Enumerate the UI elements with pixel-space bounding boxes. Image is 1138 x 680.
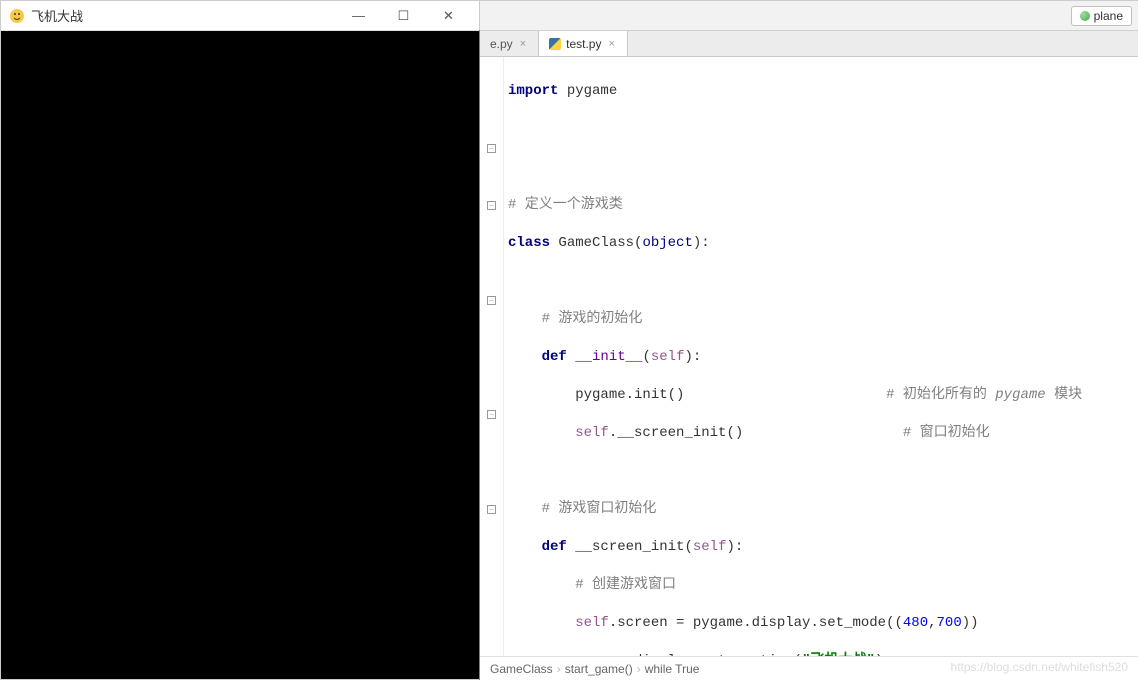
chevron-right-icon: › — [557, 662, 561, 676]
fold-icon[interactable]: − — [487, 505, 496, 514]
chevron-right-icon: › — [637, 662, 641, 676]
python-icon — [549, 38, 561, 50]
game-titlebar[interactable]: 飞机大战 — ☐ ✕ — [1, 1, 479, 31]
ide-pane: plane e.py × test.py × − − − — [480, 0, 1138, 680]
breadcrumb-item[interactable]: start_game() — [565, 662, 633, 676]
tab-label: test.py — [566, 37, 601, 51]
close-button[interactable]: ✕ — [426, 2, 471, 30]
ide-toolbar: plane — [480, 1, 1138, 31]
game-window: 飞机大战 — ☐ ✕ — [0, 0, 480, 680]
maximize-button[interactable]: ☐ — [381, 2, 426, 30]
editor-body: − − − − − import pygame # 定义一个游 — [480, 57, 1138, 656]
breadcrumb-item[interactable]: while True — [645, 662, 700, 676]
close-icon[interactable]: × — [518, 38, 528, 50]
minimize-button[interactable]: — — [336, 2, 381, 30]
project-selector[interactable]: plane — [1071, 6, 1132, 26]
gutter: − − − − − — [480, 57, 504, 656]
project-name: plane — [1094, 9, 1123, 23]
game-window-title: 飞机大战 — [31, 6, 336, 25]
fold-icon[interactable]: − — [487, 296, 496, 305]
code-editor[interactable]: import pygame # 定义一个游戏类 class GameClass(… — [504, 57, 1138, 656]
tab-label: e.py — [490, 37, 513, 51]
fold-icon[interactable]: − — [487, 144, 496, 153]
fold-icon[interactable]: − — [487, 410, 496, 419]
project-icon — [1080, 11, 1090, 21]
tab-e-py[interactable]: e.py × — [480, 31, 539, 56]
game-app-icon — [9, 8, 25, 24]
editor-tabs: e.py × test.py × — [480, 31, 1138, 57]
tab-test-py[interactable]: test.py × — [539, 31, 628, 56]
close-icon[interactable]: × — [606, 38, 616, 50]
breadcrumb-item[interactable]: GameClass — [490, 662, 553, 676]
breadcrumb: GameClass › start_game() › while True — [480, 656, 1138, 680]
fold-icon[interactable]: − — [487, 201, 496, 210]
game-canvas[interactable] — [1, 31, 479, 679]
